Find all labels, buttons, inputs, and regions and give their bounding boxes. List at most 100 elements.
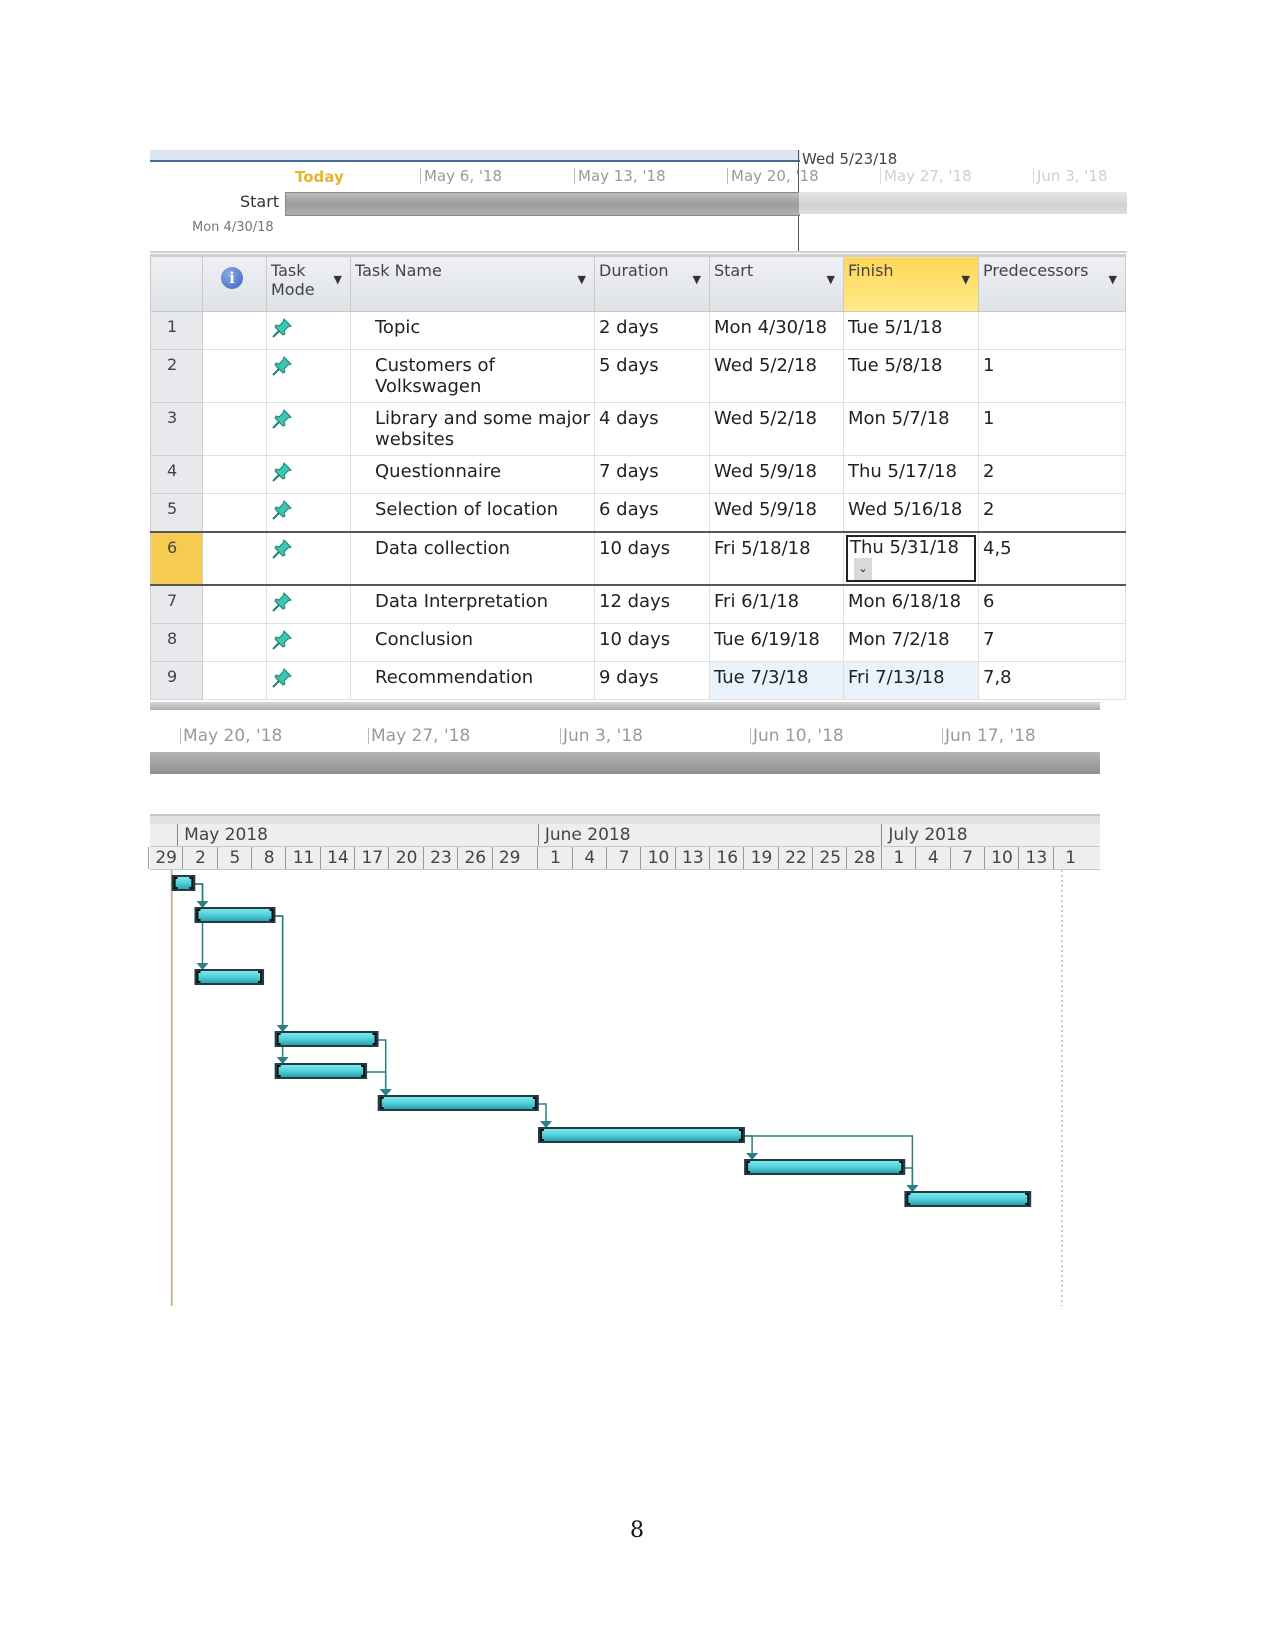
indicator-cell[interactable] xyxy=(202,623,267,662)
duration-cell[interactable]: 9 days xyxy=(594,661,710,700)
chevron-down-icon[interactable]: ▼ xyxy=(962,273,970,286)
row-id[interactable]: 9 xyxy=(150,661,203,700)
start-cell[interactable]: Fri 6/1/18 xyxy=(709,584,844,624)
task-mode-cell[interactable] xyxy=(266,311,351,350)
gantt-task-bar[interactable] xyxy=(274,1031,379,1047)
row-id[interactable]: 8 xyxy=(150,623,203,662)
finish-cell[interactable]: Mon 7/2/18 xyxy=(843,623,979,662)
row-id[interactable]: 3 xyxy=(150,402,203,456)
table-row[interactable]: 2 Customers of Volkswagen 5 days Wed 5/2/18… xyxy=(150,349,1126,403)
indicator-cell[interactable] xyxy=(202,402,267,456)
predecessors-cell[interactable]: 7 xyxy=(978,623,1126,662)
task-mode-cell[interactable] xyxy=(266,661,351,700)
task-mode-cell[interactable] xyxy=(266,531,351,586)
predecessors-cell[interactable] xyxy=(978,311,1126,350)
duration-cell[interactable]: 10 days xyxy=(594,531,710,586)
task-mode-cell[interactable] xyxy=(266,584,351,624)
task-mode-cell[interactable] xyxy=(266,402,351,456)
table-row[interactable]: 1 Topic 2 days Mon 4/30/18 Tue 5/1/18 xyxy=(150,311,1126,350)
gantt-task-bar[interactable] xyxy=(537,1127,745,1143)
indicator-cell[interactable] xyxy=(202,531,267,586)
task-mode-cell[interactable] xyxy=(266,623,351,662)
task-name-cell[interactable]: Data collection xyxy=(350,531,595,586)
duration-cell[interactable]: 10 days xyxy=(594,623,710,662)
table-row[interactable]: 9 Recommendation 9 days Tue 7/3/18 Fri 7/13/… xyxy=(150,661,1126,700)
chevron-down-icon[interactable]: ⌄ xyxy=(854,558,872,580)
finish-cell[interactable]: Mon 5/7/18 xyxy=(843,402,979,456)
duration-cell[interactable]: 4 days xyxy=(594,402,710,456)
chevron-down-icon[interactable]: ▼ xyxy=(693,273,701,286)
row-id[interactable]: 4 xyxy=(150,455,203,494)
predecessors-cell[interactable]: 6 xyxy=(978,584,1126,624)
start-cell[interactable]: Wed 5/2/18 xyxy=(709,402,844,456)
duration-cell[interactable]: 2 days xyxy=(594,311,710,350)
indicator-cell[interactable] xyxy=(202,493,267,533)
finish-date-editor[interactable]: Thu 5/31/18⌄ xyxy=(846,535,976,582)
table-row[interactable]: 6 Data collection 10 days Fri 5/18/18 Thu 5/… xyxy=(150,531,1126,586)
predecessors-cell[interactable]: 7,8 xyxy=(978,661,1126,700)
chevron-down-icon[interactable]: ▼ xyxy=(827,273,835,286)
predecessors-cell[interactable]: 2 xyxy=(978,455,1126,494)
gantt-task-bar[interactable] xyxy=(744,1159,906,1175)
table-row[interactable]: 8 Conclusion 10 days Tue 6/19/18 Mon 7/2/18 7 xyxy=(150,623,1126,662)
chevron-down-icon[interactable]: ▼ xyxy=(334,273,342,286)
finish-cell[interactable]: Wed 5/16/18 xyxy=(843,493,979,533)
start-cell[interactable]: Wed 5/2/18 xyxy=(709,349,844,403)
table-row[interactable]: 5 Selection of location 6 days Wed 5/9/18 We… xyxy=(150,493,1126,533)
horizontal-scrollbar[interactable] xyxy=(150,702,1100,710)
duration-cell[interactable]: 5 days xyxy=(594,349,710,403)
predecessors-cell[interactable]: 4,5 xyxy=(978,531,1126,586)
gantt-chart[interactable]: May 2018 June 2018 July 2018 29 2 5 8 11 14 17 20… xyxy=(148,814,1100,1306)
finish-cell[interactable]: Tue 5/1/18 xyxy=(843,311,979,350)
start-cell[interactable]: Fri 5/18/18 xyxy=(709,531,844,586)
column-header-finish[interactable]: Finish ▼ xyxy=(843,254,979,312)
chevron-down-icon[interactable]: ▼ xyxy=(578,273,586,286)
task-name-cell[interactable]: Conclusion xyxy=(350,623,595,662)
finish-cell[interactable]: Thu 5/31/18⌄ xyxy=(843,531,979,586)
task-name-cell[interactable]: Questionnaire xyxy=(350,455,595,494)
start-cell[interactable]: Mon 4/30/18 xyxy=(709,311,844,350)
indicator-cell[interactable] xyxy=(202,349,267,403)
gantt-task-bar[interactable] xyxy=(194,907,276,923)
indicator-cell[interactable] xyxy=(202,455,267,494)
start-cell[interactable]: Tue 7/3/18 xyxy=(709,661,844,700)
column-header-task-mode[interactable]: Task Mode ▼ xyxy=(266,254,351,312)
column-header-duration[interactable]: Duration ▼ xyxy=(594,254,710,312)
task-name-cell[interactable]: Recommendation xyxy=(350,661,595,700)
table-row[interactable]: 7 Data Interpretation 12 days Fri 6/1/18 Mon… xyxy=(150,584,1126,624)
duration-cell[interactable]: 6 days xyxy=(594,493,710,533)
column-header-id[interactable] xyxy=(150,254,203,312)
duration-cell[interactable]: 12 days xyxy=(594,584,710,624)
column-header-start[interactable]: Start ▼ xyxy=(709,254,844,312)
column-header-indicators[interactable]: i xyxy=(202,254,267,312)
start-cell[interactable]: Wed 5/9/18 xyxy=(709,455,844,494)
predecessors-cell[interactable]: 2 xyxy=(978,493,1126,533)
row-id[interactable]: 1 xyxy=(150,311,203,350)
task-mode-cell[interactable] xyxy=(266,493,351,533)
task-name-cell[interactable]: Library and some major websites xyxy=(350,402,595,456)
task-name-cell[interactable]: Data Interpretation xyxy=(350,584,595,624)
duration-cell[interactable]: 7 days xyxy=(594,455,710,494)
table-row[interactable]: 3 Library and some major websites 4 days We… xyxy=(150,402,1126,456)
row-id[interactable]: 6 xyxy=(150,531,203,586)
gantt-task-bar[interactable] xyxy=(274,1063,368,1079)
task-mode-cell[interactable] xyxy=(266,349,351,403)
gantt-task-bar[interactable] xyxy=(194,969,265,985)
timeline-view[interactable]: Wed 5/23/18 Today May 6, '18 May 13, '18… xyxy=(150,150,1127,253)
indicator-cell[interactable] xyxy=(202,661,267,700)
finish-cell[interactable]: Mon 6/18/18 xyxy=(843,584,979,624)
start-cell[interactable]: Tue 6/19/18 xyxy=(709,623,844,662)
column-header-task-name[interactable]: Task Name ▼ xyxy=(350,254,595,312)
gantt-task-bar[interactable] xyxy=(904,1191,1032,1207)
column-header-predecessors[interactable]: Predecessors ▼ xyxy=(978,254,1126,312)
finish-cell[interactable]: Fri 7/13/18 xyxy=(843,661,979,700)
task-mode-cell[interactable] xyxy=(266,455,351,494)
predecessors-cell[interactable]: 1 xyxy=(978,349,1126,403)
finish-cell[interactable]: Thu 5/17/18 xyxy=(843,455,979,494)
table-row[interactable]: 4 Questionnaire 7 days Wed 5/9/18 Thu 5/17/1… xyxy=(150,455,1126,494)
finish-cell[interactable]: Tue 5/8/18 xyxy=(843,349,979,403)
row-id[interactable]: 7 xyxy=(150,584,203,624)
indicator-cell[interactable] xyxy=(202,584,267,624)
task-name-cell[interactable]: Topic xyxy=(350,311,595,350)
start-cell[interactable]: Wed 5/9/18 xyxy=(709,493,844,533)
